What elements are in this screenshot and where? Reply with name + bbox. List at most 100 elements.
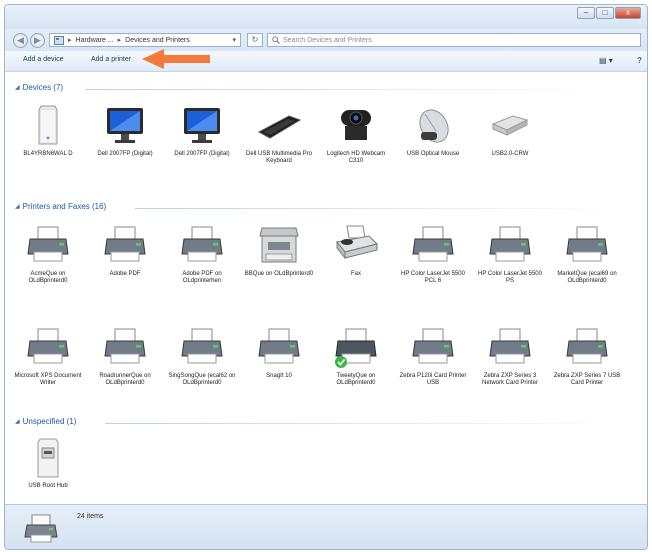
mouse-icon — [410, 102, 456, 148]
device-item[interactable]: Adobe PDF on OLdprinterhen — [167, 222, 237, 285]
device-item[interactable]: Fax — [321, 222, 391, 278]
device-label: USB Optical Mouse — [406, 151, 460, 157]
breadcrumb-devices-and-printers[interactable]: Devices and Printers — [125, 37, 190, 44]
collapse-triangle-icon[interactable]: ◢ — [15, 203, 20, 210]
printer-icon — [25, 222, 71, 268]
collapse-triangle-icon[interactable]: ◢ — [15, 84, 20, 91]
device-label: Dell USB Multimedia Pro Keyboard — [245, 151, 313, 164]
device-item[interactable]: Dell 2007FP (Digital) — [90, 102, 160, 158]
search-box[interactable]: Search Devices and Printers — [267, 33, 641, 47]
webcam-icon — [333, 102, 379, 148]
device-item[interactable]: Logitech HD Webcam C310 — [321, 102, 391, 165]
device-label: TweetyQue on OLdBprinterd0 — [336, 373, 376, 386]
device-item[interactable]: Zebra ZXP Series 7 USB Card Printer — [552, 324, 622, 387]
device-item[interactable]: SingSongQue (ecal62 on OLdBprinterd0 — [167, 324, 237, 387]
minimize-button[interactable]: – — [577, 7, 595, 19]
printer-icon — [564, 222, 610, 268]
device-label: USB2.0-CRW — [491, 151, 529, 157]
multifunction-printer-icon — [256, 222, 302, 268]
printer-icon — [102, 222, 148, 268]
maximize-button[interactable]: □ — [596, 7, 614, 19]
device-label: USB Root Hub — [28, 483, 68, 489]
device-item[interactable]: Adobe PDF — [90, 222, 160, 278]
device-item[interactable]: USB Optical Mouse — [398, 102, 468, 158]
group-divider — [135, 208, 625, 209]
add-device-button[interactable]: Add a device — [23, 56, 63, 63]
device-item[interactable]: HP Color LaserJet 5500 PS — [475, 222, 545, 285]
printer-icon — [179, 222, 225, 268]
devices-and-printers-window: – □ x ◀ ▶ ▸ Hardware ... ▸ Devices and P… — [4, 4, 648, 550]
device-label: BL4YRBN6WAL D — [23, 151, 73, 157]
computer-tower-icon — [25, 102, 71, 148]
device-item[interactable]: Dell 2007FP (Digital) — [167, 102, 237, 158]
device-label: MarketQue (ecal69 on OLdBprinterd0 — [557, 271, 617, 284]
title-bar: – □ x — [5, 5, 647, 29]
device-item[interactable]: USB Root Hub — [13, 434, 83, 490]
caption-buttons: – □ x — [577, 7, 641, 19]
search-placeholder: Search Devices and Printers — [283, 36, 372, 44]
group-divider — [105, 423, 625, 424]
collapse-triangle-icon[interactable]: ◢ — [15, 418, 20, 425]
device-item[interactable]: Dell USB Multimedia Pro Keyboard — [244, 102, 314, 165]
address-bar[interactable]: ▸ Hardware ... ▸ Devices and Printers ▾ — [49, 33, 241, 47]
printer-icon — [487, 324, 533, 370]
printer-icon — [102, 324, 148, 370]
device-item[interactable]: Microsoft XPS Document Writer — [13, 324, 83, 387]
device-item[interactable]: USB2.0-CRW — [475, 102, 545, 158]
device-item[interactable]: BBQue on OLdBprinterd0 — [244, 222, 314, 278]
group-header-devices[interactable]: ◢ Devices (7) — [15, 83, 63, 92]
device-item[interactable]: SnagIt 10 — [244, 324, 314, 380]
device-label: SingSongQue (ecal62 on OLdBprinterd0 — [168, 373, 236, 386]
device-label: Adobe PDF — [109, 271, 141, 277]
card-reader-icon — [487, 102, 533, 148]
group-label: Unspecified (1) — [22, 417, 77, 426]
breadcrumb-separator: ▸ — [68, 37, 72, 44]
device-item[interactable]: RoadrunnerQue on OLdBprinterd0 — [90, 324, 160, 387]
device-label: HP Color LaserJet 5500 PS — [478, 271, 542, 284]
help-button[interactable]: ? — [637, 56, 642, 65]
forward-button[interactable]: ▶ — [30, 33, 45, 48]
item-count: 24 items — [77, 513, 104, 520]
device-item[interactable]: AcmeQue on OLdBprinterd0 — [13, 222, 83, 285]
printer-icon — [25, 324, 71, 370]
usb-hub-icon — [25, 434, 71, 480]
device-label: Zebra ZXP Series 7 USB Card Printer — [553, 373, 621, 386]
command-bar: Add a device Add a printer ▤ ▾ ? — [5, 51, 647, 72]
device-item[interactable]: Zebra P120i Card Printer USB — [398, 324, 468, 387]
breadcrumb-separator: ▸ — [117, 37, 122, 44]
group-header-unspecified[interactable]: ◢ Unspecified (1) — [15, 417, 76, 426]
printer-icon — [24, 514, 58, 543]
device-label: AcmeQue on OLdBprinterd0 — [28, 271, 68, 284]
device-label: Zebra P120i Card Printer USB — [399, 373, 467, 386]
group-label: Devices (7) — [22, 83, 64, 92]
default-printer-icon — [333, 324, 379, 370]
device-label: Fax — [350, 271, 361, 277]
device-label: HP Color LaserJet 5500 PCL 6 — [401, 271, 465, 284]
device-label: Dell 2007FP (Digital) — [174, 151, 230, 157]
back-button[interactable]: ◀ — [13, 33, 28, 48]
address-dropdown-icon[interactable]: ▾ — [232, 36, 236, 44]
add-printer-button[interactable]: Add a printer — [91, 56, 131, 63]
device-item[interactable]: MarketQue (ecal69 on OLdBprinterd0 — [552, 222, 622, 285]
control-panel-icon — [54, 35, 64, 45]
device-item[interactable]: BL4YRBN6WAL D — [13, 102, 83, 158]
monitor-icon — [102, 102, 148, 148]
keyboard-icon — [256, 102, 302, 148]
view-options-button[interactable]: ▤ ▾ — [599, 56, 613, 65]
group-label: Printers and Faxes (16) — [22, 202, 107, 211]
refresh-button[interactable]: ↻ — [247, 33, 263, 47]
device-label: Zebra ZXP Series 3 Network Card Printer — [481, 373, 538, 386]
search-icon — [272, 36, 280, 44]
navigation-bar: ◀ ▶ ▸ Hardware ... ▸ Devices and Printer… — [5, 29, 647, 51]
device-item[interactable]: TweetyQue on OLdBprinterd0 — [321, 324, 391, 387]
close-button[interactable]: x — [615, 7, 641, 19]
annotation-arrow-icon — [142, 49, 210, 69]
device-label: SnagIt 10 — [266, 373, 292, 379]
device-item[interactable]: Zebra ZXP Series 3 Network Card Printer — [475, 324, 545, 387]
device-label: Adobe PDF on OLdprinterhen — [182, 271, 222, 284]
device-label: Microsoft XPS Document Writer — [14, 373, 82, 386]
monitor-icon — [179, 102, 225, 148]
breadcrumb-hardware[interactable]: Hardware ... — [76, 37, 114, 44]
device-item[interactable]: HP Color LaserJet 5500 PCL 6 — [398, 222, 468, 285]
group-header-printers[interactable]: ◢ Printers and Faxes (16) — [15, 202, 106, 211]
